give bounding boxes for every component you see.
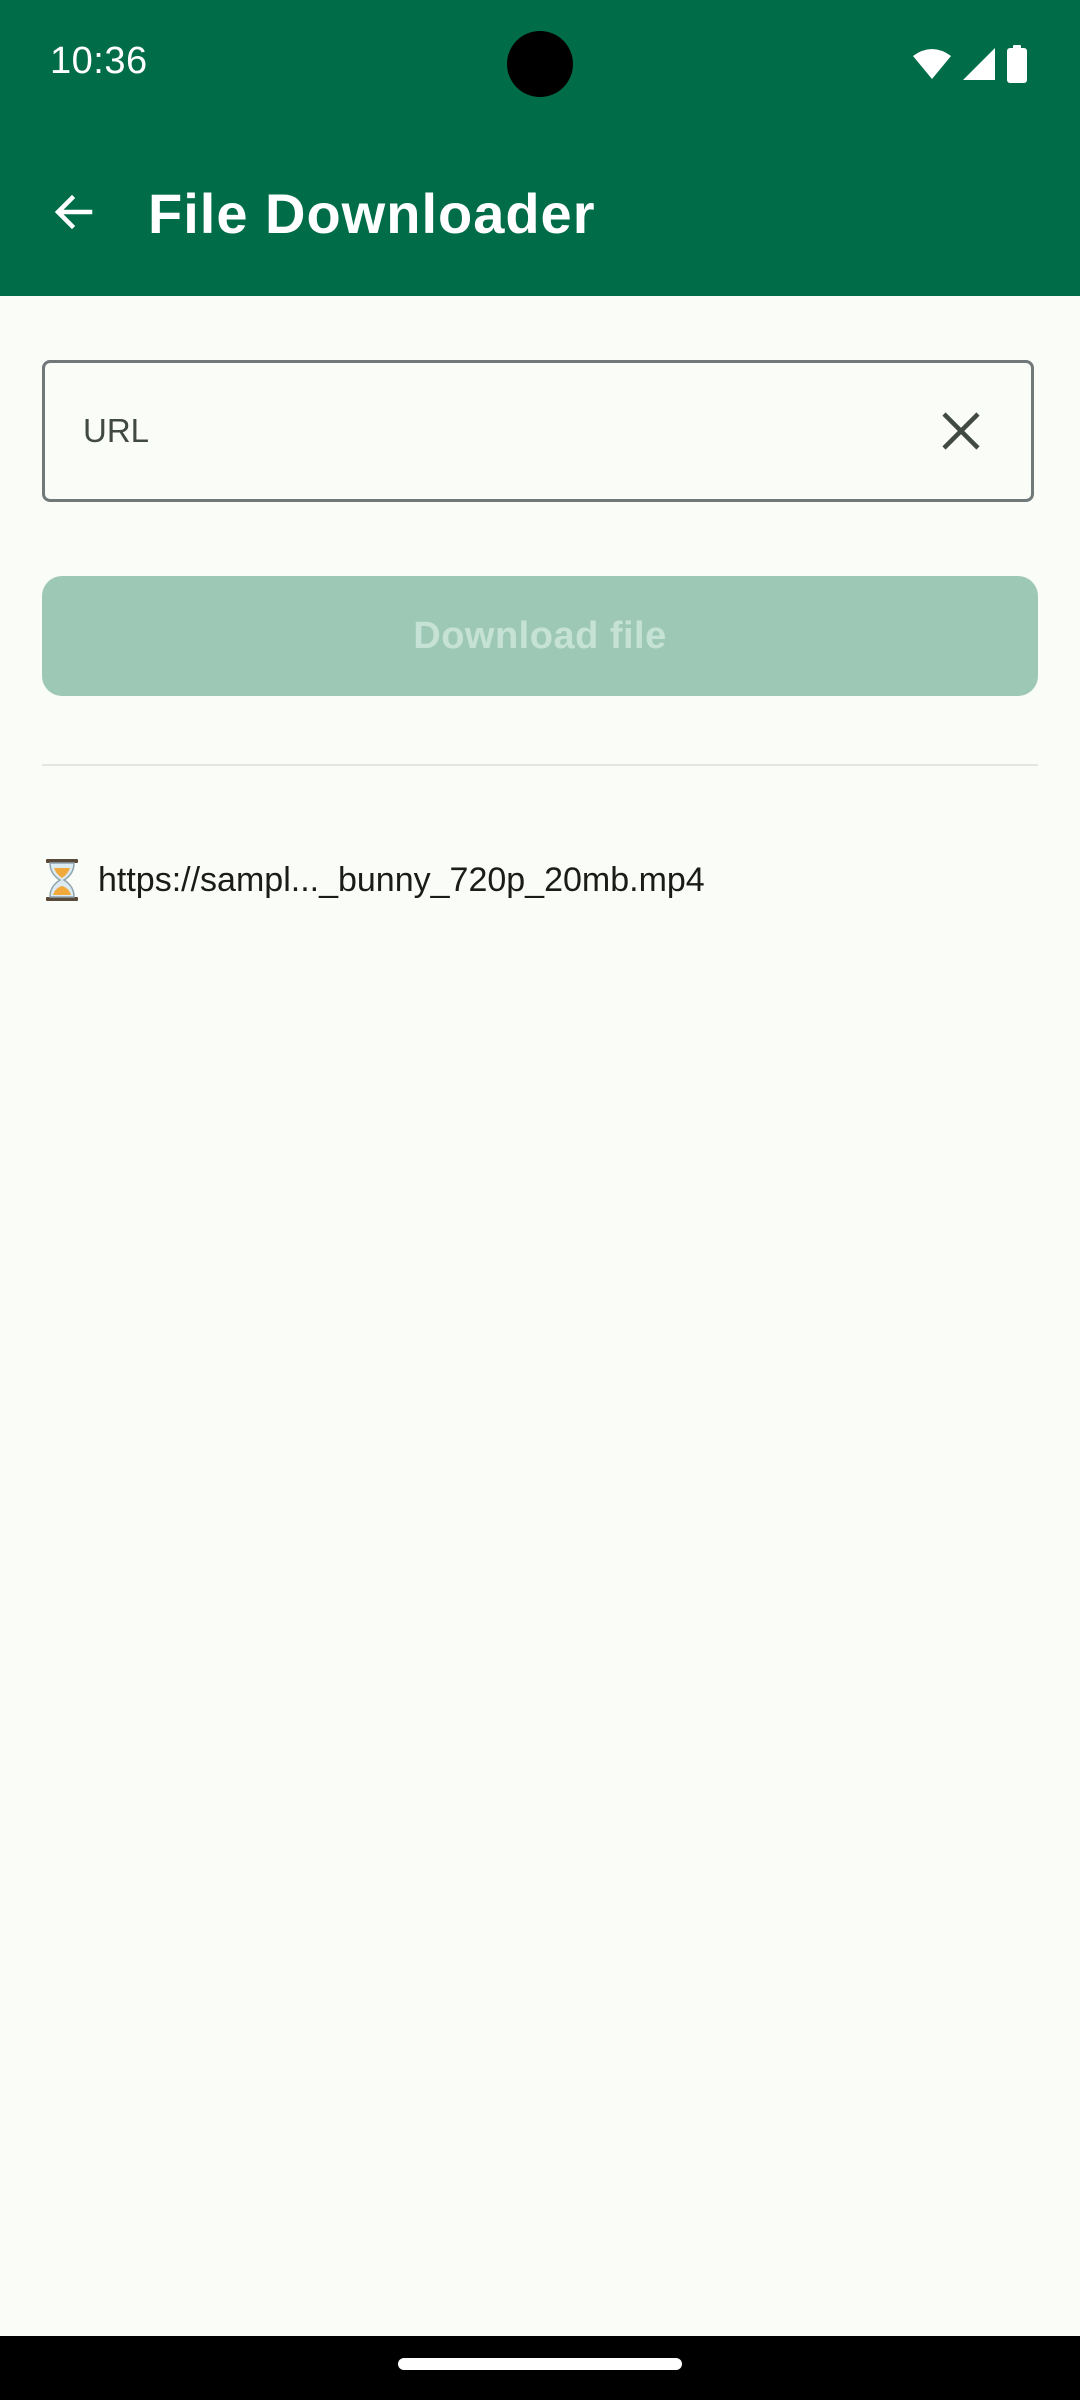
divider — [42, 764, 1038, 766]
download-list: https://sampl..._bunny_720p_20mb.mp4 — [42, 850, 1038, 910]
url-field[interactable] — [42, 360, 1034, 502]
home-indicator[interactable] — [398, 2358, 682, 2370]
status-bar: 10:36 — [0, 0, 1080, 128]
app-bar: File Downloader — [0, 128, 1080, 296]
hourglass-icon — [42, 856, 82, 904]
app-title: File Downloader — [148, 182, 596, 245]
arrow-left-icon — [54, 194, 93, 230]
clear-button[interactable] — [921, 391, 1001, 471]
status-icons — [912, 44, 1028, 84]
download-button[interactable]: Download file — [42, 576, 1038, 696]
camera-cutout — [507, 31, 573, 97]
url-input[interactable] — [83, 363, 903, 499]
battery-icon — [1007, 45, 1027, 83]
close-icon — [942, 412, 980, 450]
signal-icon — [963, 48, 995, 80]
download-item[interactable]: https://sampl..._bunny_720p_20mb.mp4 — [42, 850, 1038, 910]
wifi-icon — [913, 49, 951, 79]
status-time: 10:36 — [50, 40, 148, 82]
navigation-bar — [0, 2336, 1080, 2400]
download-item-label: https://sampl..._bunny_720p_20mb.mp4 — [98, 860, 705, 899]
back-button[interactable] — [34, 172, 114, 252]
